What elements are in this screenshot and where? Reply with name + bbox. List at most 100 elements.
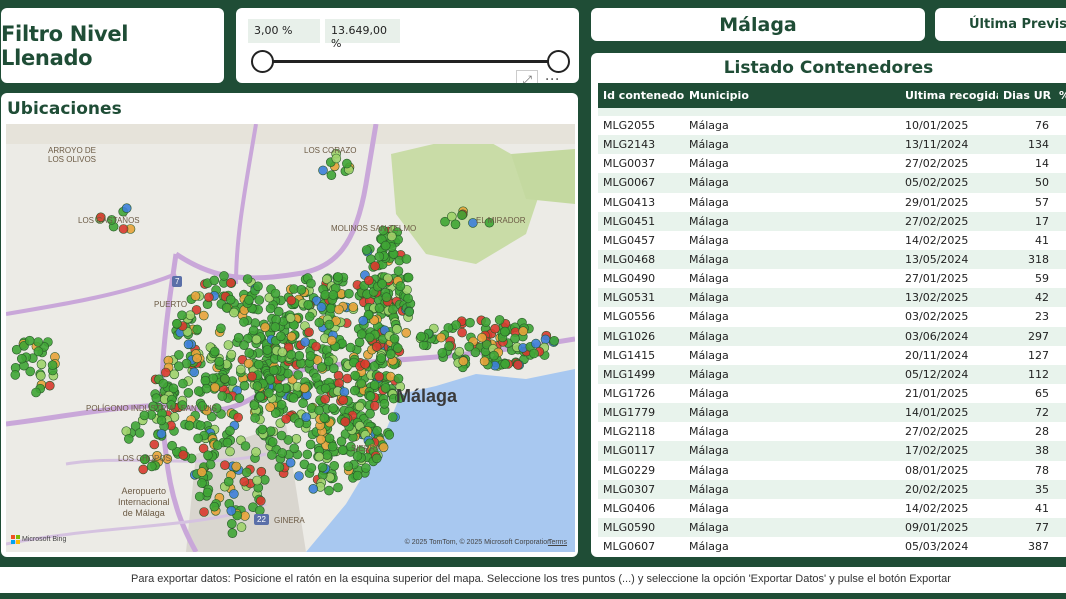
container-marker[interactable]: [401, 328, 412, 338]
container-marker[interactable]: [226, 349, 237, 360]
container-marker[interactable]: [322, 450, 333, 460]
container-marker[interactable]: [225, 425, 235, 436]
container-marker[interactable]: [437, 348, 448, 358]
container-marker[interactable]: [299, 383, 310, 394]
container-marker[interactable]: [195, 420, 206, 431]
container-marker[interactable]: [401, 254, 412, 264]
container-marker[interactable]: [275, 331, 286, 342]
container-marker[interactable]: [241, 467, 252, 478]
container-marker[interactable]: [274, 462, 285, 473]
container-marker[interactable]: [267, 437, 278, 447]
container-marker[interactable]: [185, 310, 196, 320]
container-marker[interactable]: [354, 401, 365, 412]
container-marker[interactable]: [350, 370, 360, 381]
container-marker[interactable]: [298, 398, 308, 409]
col-header-dias-ur[interactable]: Dias UR: [998, 83, 1054, 108]
container-marker[interactable]: [233, 412, 243, 423]
container-marker[interactable]: [404, 307, 415, 317]
container-marker[interactable]: [156, 415, 167, 426]
container-marker[interactable]: [260, 322, 271, 333]
container-marker[interactable]: [36, 359, 47, 370]
container-marker[interactable]: [392, 343, 403, 353]
container-marker[interactable]: [220, 374, 230, 384]
container-marker[interactable]: [481, 317, 491, 327]
slider-min-input[interactable]: 3,00 %: [248, 19, 320, 43]
container-marker[interactable]: [311, 341, 321, 352]
slider-max-input[interactable]: 13.649,00 %: [325, 19, 400, 50]
table-row[interactable]: MLG1779 Málaga 14/01/2025 72: [598, 403, 1066, 423]
table-row[interactable]: MLG2118 Málaga 27/02/2025 28: [598, 422, 1066, 442]
container-marker[interactable]: [121, 203, 132, 213]
container-marker[interactable]: [387, 412, 398, 422]
table-row[interactable]: MLG1026 Málaga 03/06/2024 297: [598, 326, 1066, 346]
container-marker[interactable]: [225, 446, 235, 457]
container-marker[interactable]: [263, 388, 274, 398]
container-marker[interactable]: [274, 383, 285, 393]
container-marker[interactable]: [302, 449, 313, 460]
container-marker[interactable]: [356, 329, 367, 339]
container-marker[interactable]: [31, 387, 41, 398]
container-marker[interactable]: [118, 224, 129, 234]
container-marker[interactable]: [209, 501, 220, 512]
container-marker[interactable]: [234, 393, 245, 403]
container-marker[interactable]: [209, 275, 220, 286]
container-marker[interactable]: [193, 433, 203, 444]
container-marker[interactable]: [281, 414, 291, 424]
table-row[interactable]: MLG1726 Málaga 21/01/2025 65: [598, 383, 1066, 404]
container-marker[interactable]: [17, 353, 27, 364]
container-marker[interactable]: [184, 420, 195, 431]
container-marker[interactable]: [316, 434, 326, 445]
container-marker[interactable]: [204, 292, 214, 303]
container-marker[interactable]: [323, 356, 334, 367]
map-view[interactable]: ARROYO DE LOS OLIVOS LOS CORAZO LOS CASTA…: [6, 124, 575, 552]
container-marker[interactable]: [324, 485, 334, 496]
container-marker[interactable]: [380, 383, 391, 393]
container-marker[interactable]: [369, 401, 380, 411]
container-marker[interactable]: [348, 302, 359, 312]
container-marker[interactable]: [285, 457, 296, 468]
container-marker[interactable]: [365, 391, 376, 402]
container-marker[interactable]: [361, 245, 372, 255]
container-marker[interactable]: [293, 370, 304, 380]
table-row[interactable]: MLG0468 Málaga 13/05/2024 318: [598, 249, 1066, 270]
container-marker[interactable]: [265, 303, 276, 314]
container-marker[interactable]: [189, 367, 199, 378]
table-row[interactable]: MLG0229 Málaga 08/01/2025 78: [598, 460, 1066, 480]
container-marker[interactable]: [403, 293, 413, 304]
container-marker[interactable]: [256, 496, 266, 506]
fill-level-slicer[interactable]: 3,00 % 13.649,00 % ⤢ ···: [236, 8, 579, 83]
container-marker[interactable]: [250, 413, 260, 423]
col-header-ultima-recogida[interactable]: Ultima recogida: [900, 83, 998, 108]
container-marker[interactable]: [285, 313, 296, 323]
container-marker[interactable]: [236, 522, 247, 532]
container-marker[interactable]: [174, 350, 184, 360]
container-marker[interactable]: [500, 359, 511, 369]
container-marker[interactable]: [229, 489, 239, 499]
col-header-municipio[interactable]: Municipio: [684, 83, 900, 108]
container-marker[interactable]: [465, 317, 475, 328]
container-marker[interactable]: [395, 281, 406, 291]
container-marker[interactable]: [388, 304, 398, 315]
table-row[interactable]: MLG0556 Málaga 03/02/2025 23: [598, 307, 1066, 327]
container-marker[interactable]: [328, 403, 338, 414]
container-marker[interactable]: [304, 327, 314, 337]
container-marker[interactable]: [361, 463, 371, 473]
focus-mode-icon[interactable]: ⤢: [516, 70, 538, 83]
container-marker[interactable]: [226, 505, 237, 516]
container-marker[interactable]: [201, 383, 212, 394]
container-marker[interactable]: [202, 487, 213, 498]
container-marker[interactable]: [326, 170, 337, 181]
col-header-percent[interactable]: %: [1054, 83, 1066, 108]
slider-track[interactable]: [262, 60, 559, 63]
container-marker[interactable]: [216, 323, 226, 334]
table-row[interactable]: MLG1415 Málaga 20/11/2024 127: [598, 345, 1066, 365]
container-marker[interactable]: [305, 439, 316, 450]
container-marker[interactable]: [314, 317, 325, 328]
container-marker[interactable]: [231, 461, 242, 472]
container-marker[interactable]: [24, 335, 35, 346]
container-marker[interactable]: [336, 436, 347, 447]
container-marker[interactable]: [329, 460, 340, 471]
container-marker[interactable]: [358, 315, 369, 326]
container-marker[interactable]: [33, 337, 44, 347]
container-marker[interactable]: [236, 364, 246, 375]
